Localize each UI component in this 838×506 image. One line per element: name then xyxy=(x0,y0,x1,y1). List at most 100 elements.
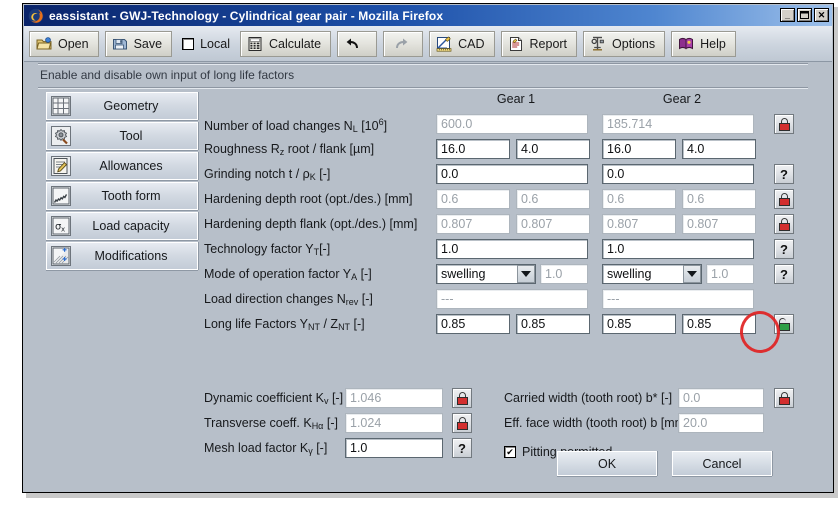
toolbar: Open Save Local Calculate CAD Report Opt… xyxy=(24,26,832,62)
close-button[interactable]: ✕ xyxy=(814,8,829,22)
bottom-right-input: 0.0 xyxy=(678,388,764,408)
gear1-input-b: 0.6 xyxy=(516,189,590,209)
gear1-input[interactable]: 0.0 xyxy=(436,164,588,184)
gear2-mode-select[interactable]: swelling xyxy=(602,264,702,284)
form-row-label: Grinding notch t / ρK [-] xyxy=(204,167,331,182)
open-button-label: Open xyxy=(58,36,89,51)
sidebar-item-geometry-label: Geometry xyxy=(103,99,159,113)
title-bar[interactable]: eassistant - GWJ-Technology - Cylindrica… xyxy=(24,5,832,26)
padlock-closed-red-icon xyxy=(778,192,791,206)
form-row-label: Long life Factors YNT / ZNT [-] xyxy=(204,317,365,332)
sidebar-item-modifications[interactable]: Modifications xyxy=(46,242,198,270)
lock-closed-toggle-button[interactable] xyxy=(774,189,794,209)
redo-button[interactable] xyxy=(383,30,424,57)
padlock-open-green-icon xyxy=(778,317,791,331)
report-button-label: Report xyxy=(529,36,568,51)
bottom-left-row: Transverse coeff. KHα [-] 1.024 xyxy=(204,413,524,435)
bottom-left-row: Dynamic coefficient Kv [-] 1.046 xyxy=(204,388,524,410)
local-checkbox-box[interactable] xyxy=(182,37,195,50)
svg-text:x: x xyxy=(61,226,65,234)
gear2-mode-value: 1.0 xyxy=(706,264,754,284)
gear1-input[interactable]: 1.0 xyxy=(436,239,588,259)
gear2-input: --- xyxy=(602,289,754,309)
help-question-button[interactable]: ? xyxy=(774,164,794,184)
gear2-input-a[interactable]: 16.0 xyxy=(602,139,676,159)
bottom-row-label: Mesh load factor Kγ [-] xyxy=(204,441,328,456)
gear2-input-b: 0.6 xyxy=(682,189,756,209)
gear2-input-b[interactable]: 0.85 xyxy=(682,314,756,334)
gear1-input-a[interactable]: 0.85 xyxy=(436,314,510,334)
padlock-closed-red-icon xyxy=(456,391,469,405)
sidebar-item-tool-label: Tool xyxy=(119,129,143,143)
sidebar-item-tooth-form[interactable]: Tooth form xyxy=(46,182,198,210)
minimize-button[interactable]: _ xyxy=(780,8,795,22)
client-area: Open Save Local Calculate CAD Report Opt… xyxy=(24,26,832,491)
form-row: Long life Factors YNT / ZNT [-] 0.85 0.85 0… xyxy=(204,314,814,336)
sidebar-item-load-capacity-label: Load capacity xyxy=(92,219,170,233)
help-question-button[interactable]: ? xyxy=(452,438,472,458)
form-row-label: Hardening depth flank (opt./des.) [mm] xyxy=(204,217,418,231)
column-header-gear1: Gear 1 xyxy=(496,92,536,106)
hint-separator-bottom xyxy=(38,87,808,89)
sigma-x-icon: σ x xyxy=(51,216,71,236)
floppy-disk-icon xyxy=(112,36,128,52)
help-button[interactable]: Help xyxy=(671,30,736,57)
bottom-row-label: Eff. face width (tooth root) b [mm] xyxy=(504,416,689,430)
sidebar-item-load-capacity[interactable]: σ x Load capacity xyxy=(46,212,198,240)
gear1-input-a[interactable]: 16.0 xyxy=(436,139,510,159)
gear2-input: 185.714 xyxy=(602,114,754,134)
sidebar-item-allowances[interactable]: Allowances xyxy=(46,152,198,180)
lock-closed-toggle-button[interactable] xyxy=(452,388,472,408)
window-shadow-bottom xyxy=(26,493,838,498)
gear1-input: 600.0 xyxy=(436,114,588,134)
help-question-button[interactable]: ? xyxy=(774,264,794,284)
sidebar-item-geometry[interactable]: Geometry xyxy=(46,92,198,120)
save-button[interactable]: Save xyxy=(104,30,173,57)
save-button-label: Save xyxy=(133,36,163,51)
window-controls: _ ✕ xyxy=(780,8,829,22)
lock-closed-toggle-button[interactable] xyxy=(774,214,794,234)
tooth-curve-icon xyxy=(51,186,71,206)
gear2-input-a[interactable]: 0.85 xyxy=(602,314,676,334)
gear1-input-b[interactable]: 4.0 xyxy=(516,139,590,159)
local-checkbox[interactable]: Local xyxy=(178,37,234,51)
bottom-right-row: Eff. face width (tooth root) b [mm] 20.0 xyxy=(504,413,814,435)
sidebar-item-tool[interactable]: Tool xyxy=(46,122,198,150)
lock-open-toggle-button[interactable] xyxy=(774,314,794,334)
chevron-down-icon[interactable] xyxy=(683,265,701,283)
lock-closed-toggle-button[interactable] xyxy=(774,114,794,134)
help-question-button[interactable]: ? xyxy=(774,239,794,259)
form-row-label: Hardening depth root (opt./des.) [mm] xyxy=(204,192,413,206)
cad-button[interactable]: CAD xyxy=(429,30,495,57)
chevron-down-icon[interactable] xyxy=(517,265,535,283)
calculate-button[interactable]: Calculate xyxy=(239,30,332,57)
open-button[interactable]: Open xyxy=(29,30,99,57)
gear2-input[interactable]: 1.0 xyxy=(602,239,754,259)
application-window: eassistant - GWJ-Technology - Cylindrica… xyxy=(22,3,834,493)
padlock-closed-red-icon xyxy=(456,416,469,430)
gear1-input-b[interactable]: 0.85 xyxy=(516,314,590,334)
gear2-input-b[interactable]: 4.0 xyxy=(682,139,756,159)
options-button[interactable]: Options xyxy=(583,30,666,57)
lock-closed-toggle-button[interactable] xyxy=(774,388,794,408)
window-title: eassistant - GWJ-Technology - Cylindrica… xyxy=(49,8,444,23)
gear1-mode-select-value: swelling xyxy=(441,267,486,281)
cancel-button[interactable]: Cancel xyxy=(672,451,772,476)
gear2-input[interactable]: 0.0 xyxy=(602,164,754,184)
report-document-icon xyxy=(508,36,524,52)
bottom-row-label: Dynamic coefficient Kv [-] xyxy=(204,391,344,406)
form-row-label: Load direction changes Nrev [-] xyxy=(204,292,373,307)
maximize-button[interactable] xyxy=(797,8,812,22)
form-row: Hardening depth flank (opt./des.) [mm] 0.… xyxy=(204,214,814,236)
gear1-mode-select[interactable]: swelling xyxy=(436,264,536,284)
ok-button[interactable]: OK xyxy=(557,451,657,476)
report-button[interactable]: Report xyxy=(500,30,578,57)
options-tools-icon xyxy=(590,36,606,52)
undo-arrow-icon xyxy=(344,36,364,52)
pitting-permitted-box[interactable]: ✔ xyxy=(504,446,516,458)
lock-closed-toggle-button[interactable] xyxy=(452,413,472,433)
bottom-left-row: Mesh load factor Kγ [-] 1.0? xyxy=(204,438,524,460)
padlock-closed-red-icon xyxy=(778,391,791,405)
undo-button[interactable] xyxy=(337,30,378,57)
bottom-left-input[interactable]: 1.0 xyxy=(345,438,443,458)
